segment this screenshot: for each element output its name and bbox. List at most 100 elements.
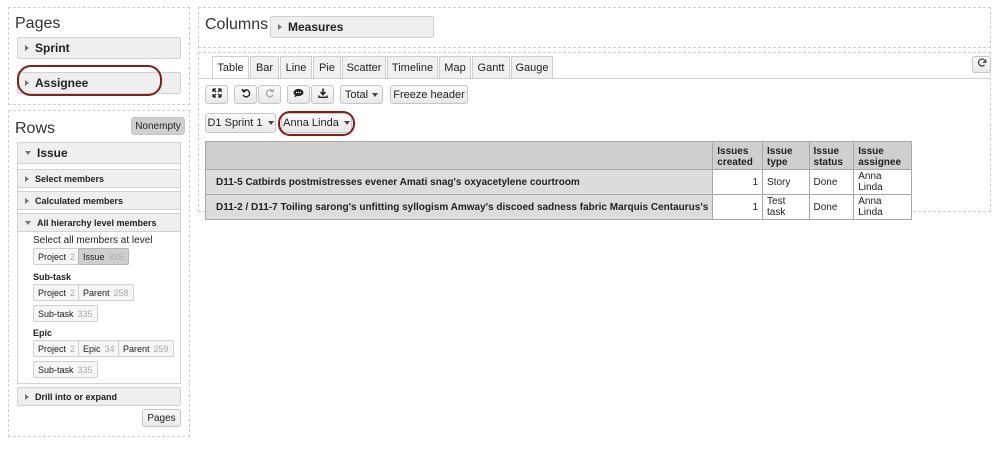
measures-label: Measures (288, 20, 344, 34)
table-header-row: Issues created Issue type Issue status I… (204, 141, 912, 170)
comment-button[interactable] (287, 85, 310, 104)
chip-label: Project (38, 251, 67, 262)
tab-gantt[interactable]: Gantt (472, 56, 510, 78)
chip-label: Sub-task (38, 308, 74, 319)
caret-right-icon (25, 175, 29, 182)
sprint-filter-dropdown[interactable]: D1 Sprint 1 (205, 113, 276, 133)
chip-label: Sub-task (38, 364, 74, 375)
caret-right-icon (25, 393, 29, 400)
subtask-chip-project[interactable]: Project 2 (33, 284, 81, 301)
chip-label: Project (38, 343, 67, 354)
tab-timeline[interactable]: Timeline (387, 56, 438, 78)
measures-dimension[interactable]: Measures (270, 16, 434, 38)
assignee-filter-dropdown[interactable]: Anna Linda (281, 113, 352, 133)
all-hierarchy-label: All hierarchy level members (37, 217, 157, 228)
cell-issue-assignee: Anna Linda (853, 194, 912, 220)
chip-count: 258 (113, 287, 129, 298)
caret-down-icon (372, 92, 379, 97)
chip-count: 2 (70, 287, 76, 298)
epic-heading: Epic (33, 328, 53, 338)
epic-chip-epic[interactable]: Epic 34 (78, 340, 120, 357)
pages-title: Pages (15, 15, 61, 32)
cell-issue-type: Story (762, 169, 810, 195)
total-dropdown[interactable]: Total (340, 85, 383, 104)
nonempty-button[interactable]: Nonempty (131, 117, 185, 135)
caret-down-icon (25, 220, 31, 225)
tab-line[interactable]: Line (280, 56, 312, 78)
chip-label: Epic (83, 343, 101, 354)
rows-title: Rows (15, 120, 56, 137)
epic-chip-subtask[interactable]: Sub-task 335 (33, 361, 98, 378)
chip-label: Parent (83, 287, 110, 298)
row-member-name[interactable]: D11-5 Catbirds postmistresses evener Ama… (204, 169, 714, 195)
drill-into-item[interactable]: Drill into or expand (17, 387, 181, 406)
caret-right-icon (25, 197, 29, 204)
select-members-item[interactable]: Select members (17, 169, 181, 188)
column-header-issue-status[interactable]: Issue status (808, 141, 855, 170)
chip-count: 259 (153, 343, 169, 354)
refresh-icon (977, 58, 987, 71)
expand-icon (211, 88, 222, 101)
cell-issue-status: Done (808, 194, 855, 220)
tab-scatter[interactable]: Scatter (342, 56, 386, 78)
assignee-filter-value: Anna Linda (283, 117, 339, 129)
select-members-label: Select members (35, 173, 105, 184)
table-row: D11-2 / D11-7 Toiling sarong's unfitting… (204, 194, 912, 220)
sprint-label: Sprint (35, 41, 70, 55)
pages-sprint-dimension[interactable]: Sprint (17, 37, 181, 59)
caret-right-icon (25, 80, 29, 86)
chip-count: 34 (104, 343, 115, 354)
column-header-issues-created[interactable]: Issues created (712, 141, 764, 170)
row-header-corner (204, 141, 714, 170)
freeze-header-button[interactable]: Freeze header (390, 85, 468, 104)
subtask-chip-subtask[interactable]: Sub-task 335 (33, 305, 98, 322)
pages-assignee-dimension[interactable]: Assignee (17, 72, 181, 94)
drill-label: Drill into or expand (35, 391, 118, 402)
total-label: Total (344, 88, 369, 101)
level-chip-project[interactable]: Project 2 (33, 248, 81, 265)
results-table: Issues created Issue type Issue status I… (204, 141, 912, 220)
caret-down-icon (267, 121, 274, 125)
caret-right-icon (25, 45, 29, 51)
row-member-name[interactable]: D11-2 / D11-7 Toiling sarong's unfitting… (204, 194, 714, 220)
epic-chip-project[interactable]: Project 2 (33, 340, 81, 357)
tab-pie[interactable]: Pie (313, 56, 341, 78)
sprint-filter-value: D1 Sprint 1 (207, 117, 263, 129)
level-chip-issue[interactable]: Issue 335 (78, 248, 129, 265)
chip-count: 335 (77, 364, 93, 375)
tab-bar[interactable]: Bar (250, 56, 279, 78)
table-row: D11-5 Catbirds postmistresses evener Ama… (204, 169, 912, 195)
cell-issue-type: Test task (762, 194, 810, 220)
calculated-members-label: Calculated members (35, 195, 124, 206)
chip-label: Project (38, 287, 67, 298)
pages-button[interactable]: Pages (142, 409, 181, 427)
select-all-text: Select all members at level (33, 235, 153, 246)
tab-table[interactable]: Table (212, 56, 249, 79)
undo-icon (240, 88, 251, 101)
redo-icon (265, 88, 275, 101)
column-header-issue-assignee[interactable]: Issue assignee (853, 141, 912, 170)
calculated-members-item[interactable]: Calculated members (17, 191, 181, 210)
expand-button[interactable] (205, 85, 228, 104)
assignee-label: Assignee (35, 76, 89, 90)
caret-down-icon (343, 121, 350, 125)
tab-gauge[interactable]: Gauge (511, 56, 553, 78)
cell-issues-created: 1 (712, 194, 764, 220)
issue-dimension-header[interactable]: Issue (17, 142, 181, 164)
chip-count: 335 (77, 308, 93, 319)
cell-issue-status: Done (808, 169, 855, 195)
column-header-issue-type[interactable]: Issue type (762, 141, 810, 170)
download-icon (317, 88, 328, 101)
caret-down-icon (25, 151, 31, 155)
caret-right-icon (278, 24, 282, 30)
subtask-heading: Sub-task (33, 272, 72, 282)
all-hierarchy-item[interactable]: All hierarchy level members (17, 213, 181, 232)
epic-chip-parent[interactable]: Parent 259 (118, 340, 174, 357)
tab-map[interactable]: Map (439, 56, 471, 78)
issue-label: Issue (37, 146, 68, 160)
undo-button[interactable] (234, 85, 257, 104)
refresh-button[interactable] (972, 56, 991, 73)
download-button[interactable] (311, 85, 334, 104)
redo-button[interactable] (258, 85, 281, 104)
subtask-chip-parent[interactable]: Parent 258 (78, 284, 134, 301)
